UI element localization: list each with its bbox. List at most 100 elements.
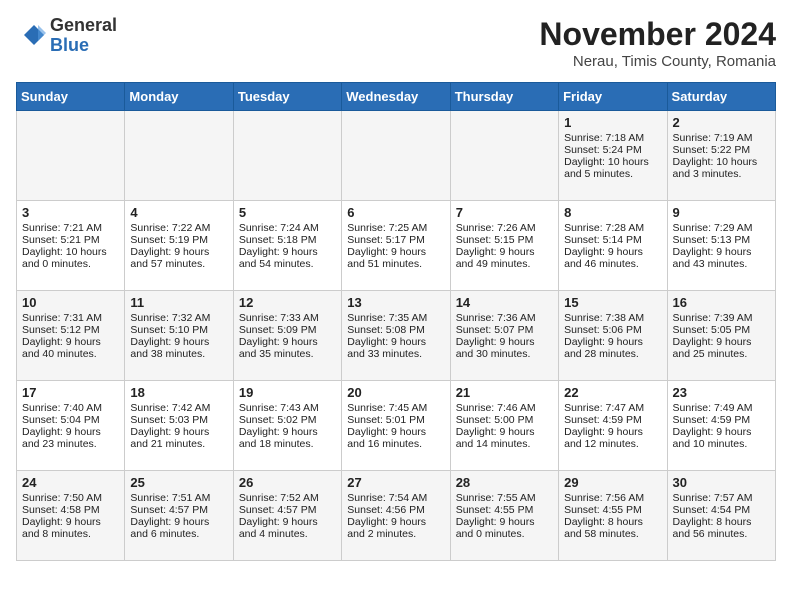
calendar-cell: 19Sunrise: 7:43 AMSunset: 5:02 PMDayligh…: [233, 381, 341, 471]
cell-info: Sunset: 5:15 PM: [456, 234, 553, 246]
cell-info: Sunrise: 7:51 AM: [130, 492, 227, 504]
calendar-cell: 29Sunrise: 7:56 AMSunset: 4:55 PMDayligh…: [559, 471, 667, 561]
cell-info: Sunrise: 7:45 AM: [347, 402, 444, 414]
logo-icon: [16, 21, 46, 51]
cell-info: Sunset: 5:06 PM: [564, 324, 661, 336]
calendar-cell: 2Sunrise: 7:19 AMSunset: 5:22 PMDaylight…: [667, 111, 775, 201]
cell-info: Sunset: 5:01 PM: [347, 414, 444, 426]
cell-info: Sunrise: 7:57 AM: [673, 492, 770, 504]
cell-info: Daylight: 9 hours and 57 minutes.: [130, 246, 227, 270]
cell-info: Sunrise: 7:43 AM: [239, 402, 336, 414]
cell-info: Sunset: 5:19 PM: [130, 234, 227, 246]
day-number: 17: [22, 385, 119, 400]
cell-info: Daylight: 10 hours and 5 minutes.: [564, 156, 661, 180]
cell-info: Sunrise: 7:25 AM: [347, 222, 444, 234]
calendar-cell: [233, 111, 341, 201]
cell-info: Sunset: 5:10 PM: [130, 324, 227, 336]
calendar-cell: 8Sunrise: 7:28 AMSunset: 5:14 PMDaylight…: [559, 201, 667, 291]
day-number: 21: [456, 385, 553, 400]
calendar-cell: 20Sunrise: 7:45 AMSunset: 5:01 PMDayligh…: [342, 381, 450, 471]
day-number: 16: [673, 295, 770, 310]
weekday-header-saturday: Saturday: [667, 83, 775, 111]
cell-info: Sunset: 4:59 PM: [673, 414, 770, 426]
cell-info: Sunset: 5:08 PM: [347, 324, 444, 336]
cell-info: Daylight: 9 hours and 12 minutes.: [564, 426, 661, 450]
cell-info: Sunset: 5:02 PM: [239, 414, 336, 426]
cell-info: Daylight: 8 hours and 58 minutes.: [564, 516, 661, 540]
day-number: 29: [564, 475, 661, 490]
calendar-cell: 13Sunrise: 7:35 AMSunset: 5:08 PMDayligh…: [342, 291, 450, 381]
calendar-cell: 26Sunrise: 7:52 AMSunset: 4:57 PMDayligh…: [233, 471, 341, 561]
cell-info: Daylight: 9 hours and 38 minutes.: [130, 336, 227, 360]
cell-info: Daylight: 9 hours and 43 minutes.: [673, 246, 770, 270]
cell-info: Sunrise: 7:47 AM: [564, 402, 661, 414]
day-number: 4: [130, 205, 227, 220]
cell-info: Daylight: 9 hours and 49 minutes.: [456, 246, 553, 270]
cell-info: Sunrise: 7:26 AM: [456, 222, 553, 234]
cell-info: Sunrise: 7:54 AM: [347, 492, 444, 504]
cell-info: Daylight: 9 hours and 8 minutes.: [22, 516, 119, 540]
cell-info: Sunrise: 7:21 AM: [22, 222, 119, 234]
cell-info: Sunset: 5:21 PM: [22, 234, 119, 246]
cell-info: Daylight: 10 hours and 3 minutes.: [673, 156, 770, 180]
cell-info: Sunset: 5:17 PM: [347, 234, 444, 246]
calendar-cell: 6Sunrise: 7:25 AMSunset: 5:17 PMDaylight…: [342, 201, 450, 291]
cell-info: Sunrise: 7:42 AM: [130, 402, 227, 414]
cell-info: Sunset: 5:14 PM: [564, 234, 661, 246]
day-number: 14: [456, 295, 553, 310]
cell-info: Sunset: 4:55 PM: [564, 504, 661, 516]
weekday-header-tuesday: Tuesday: [233, 83, 341, 111]
cell-info: Sunrise: 7:29 AM: [673, 222, 770, 234]
cell-info: Daylight: 9 hours and 30 minutes.: [456, 336, 553, 360]
month-title: November 2024: [539, 16, 776, 53]
cell-info: Sunset: 5:09 PM: [239, 324, 336, 336]
calendar-cell: 24Sunrise: 7:50 AMSunset: 4:58 PMDayligh…: [17, 471, 125, 561]
cell-info: Sunset: 5:12 PM: [22, 324, 119, 336]
cell-info: Daylight: 9 hours and 54 minutes.: [239, 246, 336, 270]
cell-info: Daylight: 8 hours and 56 minutes.: [673, 516, 770, 540]
calendar-table: SundayMondayTuesdayWednesdayThursdayFrid…: [16, 82, 776, 561]
calendar-cell: 28Sunrise: 7:55 AMSunset: 4:55 PMDayligh…: [450, 471, 558, 561]
cell-info: Daylight: 9 hours and 35 minutes.: [239, 336, 336, 360]
cell-info: Daylight: 9 hours and 6 minutes.: [130, 516, 227, 540]
cell-info: Daylight: 9 hours and 33 minutes.: [347, 336, 444, 360]
cell-info: Daylight: 9 hours and 0 minutes.: [456, 516, 553, 540]
calendar-cell: 5Sunrise: 7:24 AMSunset: 5:18 PMDaylight…: [233, 201, 341, 291]
cell-info: Daylight: 9 hours and 40 minutes.: [22, 336, 119, 360]
day-number: 28: [456, 475, 553, 490]
day-number: 15: [564, 295, 661, 310]
calendar-cell: 12Sunrise: 7:33 AMSunset: 5:09 PMDayligh…: [233, 291, 341, 381]
day-number: 26: [239, 475, 336, 490]
day-number: 5: [239, 205, 336, 220]
cell-info: Daylight: 9 hours and 10 minutes.: [673, 426, 770, 450]
day-number: 25: [130, 475, 227, 490]
cell-info: Sunset: 5:03 PM: [130, 414, 227, 426]
calendar-cell: [125, 111, 233, 201]
cell-info: Sunrise: 7:52 AM: [239, 492, 336, 504]
calendar-cell: 27Sunrise: 7:54 AMSunset: 4:56 PMDayligh…: [342, 471, 450, 561]
day-number: 10: [22, 295, 119, 310]
logo: General Blue: [16, 16, 117, 56]
cell-info: Daylight: 9 hours and 14 minutes.: [456, 426, 553, 450]
calendar-cell: 16Sunrise: 7:39 AMSunset: 5:05 PMDayligh…: [667, 291, 775, 381]
calendar-cell: 18Sunrise: 7:42 AMSunset: 5:03 PMDayligh…: [125, 381, 233, 471]
day-number: 22: [564, 385, 661, 400]
cell-info: Sunrise: 7:18 AM: [564, 132, 661, 144]
day-number: 3: [22, 205, 119, 220]
day-number: 18: [130, 385, 227, 400]
calendar-cell: 22Sunrise: 7:47 AMSunset: 4:59 PMDayligh…: [559, 381, 667, 471]
cell-info: Sunset: 4:54 PM: [673, 504, 770, 516]
weekday-header-monday: Monday: [125, 83, 233, 111]
cell-info: Sunrise: 7:19 AM: [673, 132, 770, 144]
cell-info: Sunset: 4:58 PM: [22, 504, 119, 516]
weekday-header-wednesday: Wednesday: [342, 83, 450, 111]
cell-info: Daylight: 9 hours and 2 minutes.: [347, 516, 444, 540]
calendar-cell: 3Sunrise: 7:21 AMSunset: 5:21 PMDaylight…: [17, 201, 125, 291]
calendar-cell: 1Sunrise: 7:18 AMSunset: 5:24 PMDaylight…: [559, 111, 667, 201]
cell-info: Daylight: 9 hours and 16 minutes.: [347, 426, 444, 450]
cell-info: Sunset: 5:24 PM: [564, 144, 661, 156]
cell-info: Sunset: 4:57 PM: [130, 504, 227, 516]
cell-info: Sunrise: 7:28 AM: [564, 222, 661, 234]
calendar-cell: 15Sunrise: 7:38 AMSunset: 5:06 PMDayligh…: [559, 291, 667, 381]
weekday-header-friday: Friday: [559, 83, 667, 111]
